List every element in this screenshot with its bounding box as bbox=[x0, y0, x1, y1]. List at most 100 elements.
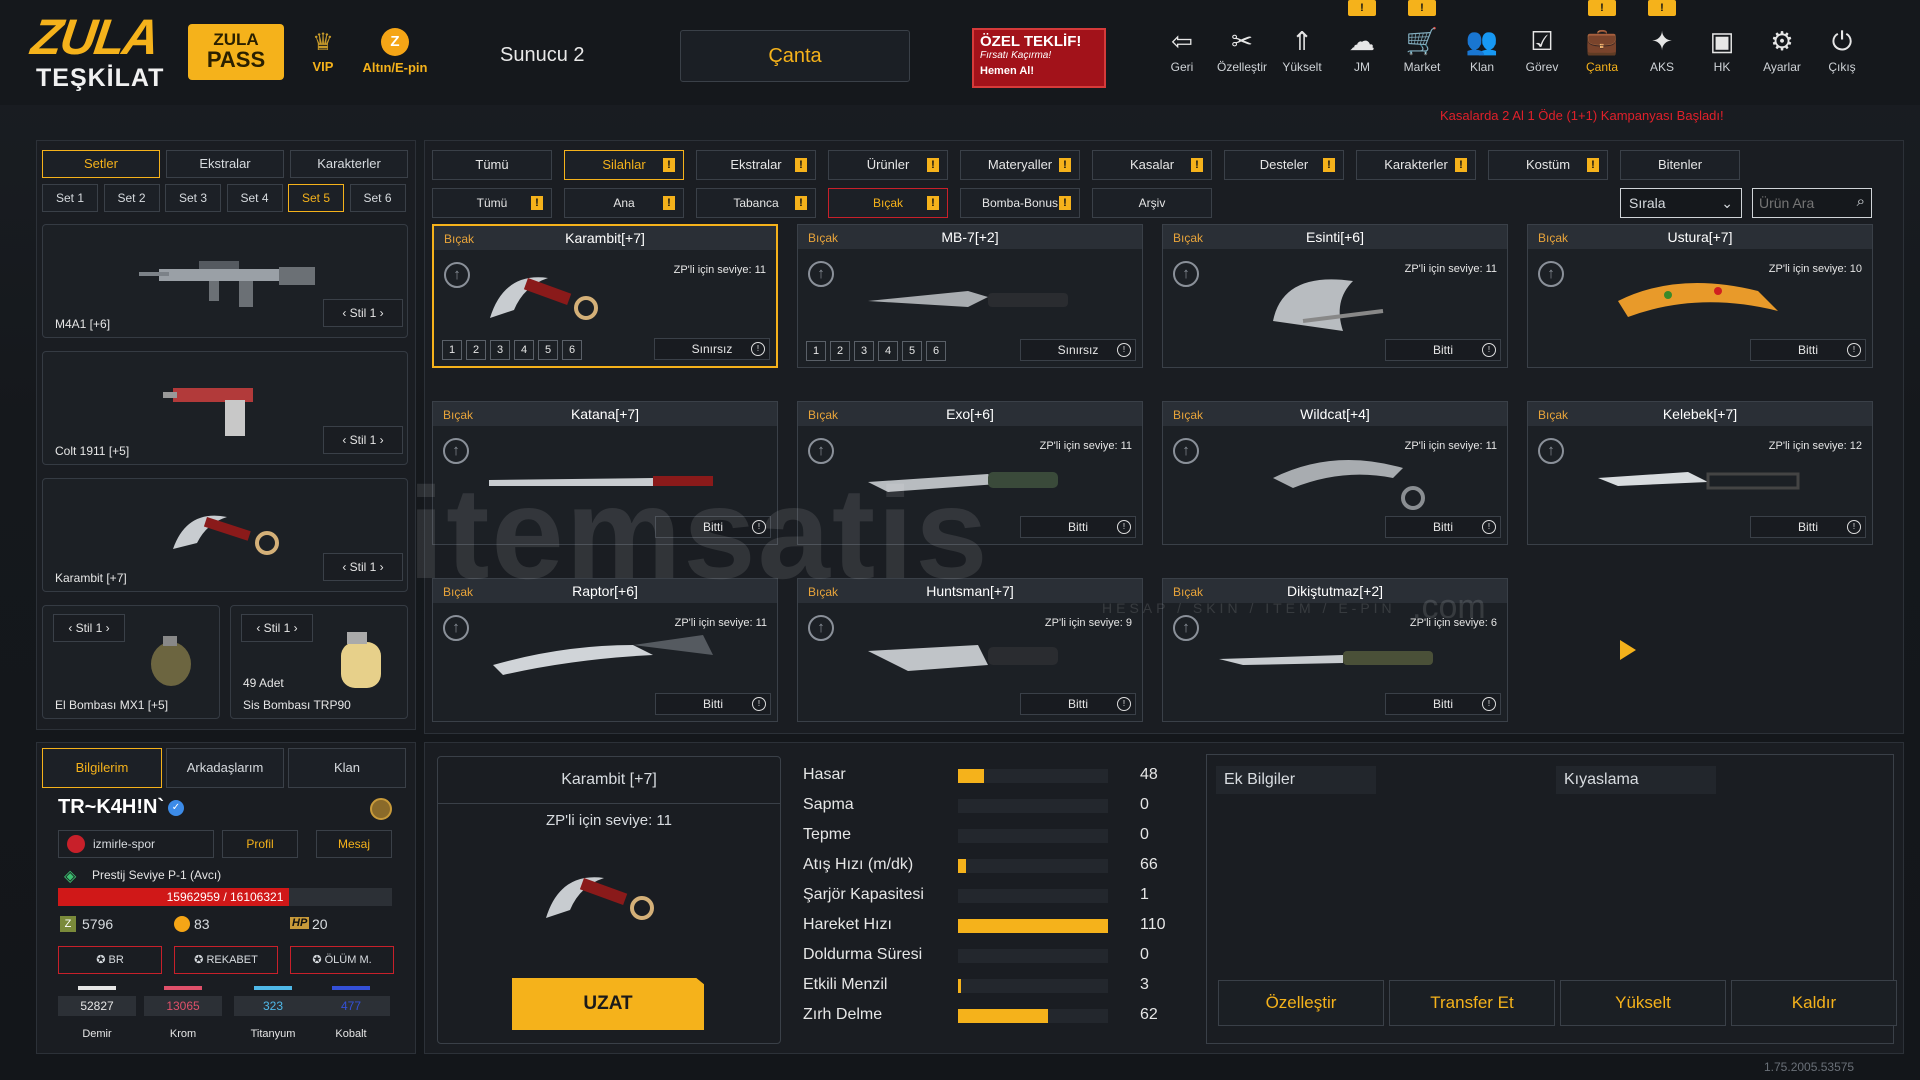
stat-bar bbox=[958, 1009, 1108, 1023]
nav-back[interactable]: ⇦ Geri bbox=[1154, 26, 1210, 74]
vip-button[interactable]: ♛ VIP bbox=[305, 28, 341, 74]
skin-slot-5[interactable]: 5 bbox=[538, 340, 558, 360]
search-input[interactable] bbox=[1753, 189, 1847, 217]
style-selector[interactable]: ‹ Stil 1 › bbox=[323, 299, 403, 327]
upgrade-arrow-icon[interactable]: ↑ bbox=[808, 261, 834, 287]
tab-extras[interactable]: Ekstralar bbox=[166, 150, 284, 178]
mode-ranked-button[interactable]: ✪ REKABET bbox=[174, 946, 278, 974]
skin-slot-5[interactable]: 5 bbox=[902, 341, 922, 361]
nav-wallet[interactable]: ▣ HK bbox=[1694, 26, 1750, 74]
nav-upgrade[interactable]: ⇑ Yükselt bbox=[1274, 26, 1330, 74]
upgrade-arrow-icon[interactable]: ↑ bbox=[444, 262, 470, 288]
upgrade-arrow-icon[interactable]: ↑ bbox=[1538, 438, 1564, 464]
sort-select[interactable]: Sırala ⌄ bbox=[1620, 188, 1742, 218]
set-button-3[interactable]: Set 3 bbox=[165, 184, 221, 212]
upgrade-arrow-icon[interactable]: ↑ bbox=[808, 615, 834, 641]
filter-kasalar[interactable]: Kasalar! bbox=[1092, 150, 1212, 180]
prestige-label: Prestij Seviye P-1 (Avcı) bbox=[92, 868, 222, 882]
subfilter-tümü[interactable]: Tümü! bbox=[432, 188, 552, 218]
set-button-6[interactable]: Set 6 bbox=[349, 184, 406, 212]
filter-kostüm[interactable]: Kostüm! bbox=[1488, 150, 1608, 180]
upgrade-arrow-icon[interactable]: ↑ bbox=[1173, 261, 1199, 287]
set-button-4[interactable]: Set 4 bbox=[226, 184, 283, 212]
upgrade-arrow-icon[interactable]: ↑ bbox=[1538, 261, 1564, 287]
skin-slot-1[interactable]: 1 bbox=[806, 341, 826, 361]
yükselt-button[interactable]: Yükselt bbox=[1560, 980, 1726, 1026]
alert-icon: ! bbox=[1191, 158, 1203, 172]
zula-pass-button[interactable]: ZULA PASS bbox=[188, 24, 284, 80]
nav-aks[interactable]: ! ✦ AKS bbox=[1634, 0, 1690, 74]
skin-slot-3[interactable]: 3 bbox=[490, 340, 510, 360]
item-card[interactable]: Bıçak Kelebek[+7] ↑ ZP'li için seviye: 12 Bi… bbox=[1527, 401, 1873, 545]
set-button-5[interactable]: Set 5 bbox=[288, 184, 344, 212]
item-card[interactable]: Bıçak Wildcat[+4] ↑ ZP'li için seviye: 11 Bi… bbox=[1162, 401, 1508, 545]
search-box[interactable]: ⌕ bbox=[1752, 188, 1872, 218]
skin-slot-3[interactable]: 3 bbox=[854, 341, 874, 361]
nav-bag[interactable]: ! 💼 Çanta bbox=[1574, 0, 1630, 74]
skin-slot-4[interactable]: 4 bbox=[514, 340, 534, 360]
nav-power[interactable]: ⏻ Çıkış bbox=[1814, 26, 1870, 74]
item-card[interactable]: Bıçak MB-7[+2] ↑ 1 2 3 4 5 6 Sınırsız! bbox=[797, 224, 1143, 368]
club-badge[interactable]: izmirle-spor bbox=[58, 830, 214, 858]
skin-slot-2[interactable]: 2 bbox=[830, 341, 850, 361]
tab-sets[interactable]: Setler bbox=[42, 150, 160, 178]
item-name: Esinti[+6] bbox=[1306, 229, 1364, 245]
özelleştir-button[interactable]: Özelleştir bbox=[1218, 980, 1384, 1026]
nav-clan[interactable]: 👥 Klan bbox=[1454, 26, 1510, 74]
upgrade-arrow-icon[interactable]: ↑ bbox=[443, 615, 469, 641]
tab-my-info[interactable]: Bilgilerim bbox=[42, 748, 162, 788]
transfer-et-button[interactable]: Transfer Et bbox=[1389, 980, 1555, 1026]
upgrade-arrow-icon[interactable]: ↑ bbox=[1173, 438, 1199, 464]
skin-slot-6[interactable]: 6 bbox=[926, 341, 946, 361]
filter-silahlar[interactable]: Silahlar! bbox=[564, 150, 684, 180]
tab-clan[interactable]: Klan bbox=[288, 748, 406, 788]
slot-pistol[interactable]: Colt 1911 [+5] ‹ Stil 1 › bbox=[42, 351, 408, 465]
slot-smoke[interactable]: ‹ Stil 1 › 49 Adet Sis Bombası TRP90 bbox=[230, 605, 408, 719]
skin-slot-6[interactable]: 6 bbox=[562, 340, 582, 360]
set-button-2[interactable]: Set 2 bbox=[103, 184, 160, 212]
nav-jm[interactable]: ! ☁ JM bbox=[1334, 0, 1390, 74]
upgrade-arrow-icon[interactable]: ↑ bbox=[1173, 615, 1199, 641]
nav-tools[interactable]: ✂ Özelleştir bbox=[1214, 26, 1270, 74]
filter-ürünler[interactable]: Ürünler! bbox=[828, 150, 948, 180]
extend-button[interactable]: UZAT bbox=[512, 978, 704, 1030]
slot-primary[interactable]: M4A1 [+6] ‹ Stil 1 › bbox=[42, 224, 408, 338]
tab-friends[interactable]: Arkadaşlarım bbox=[166, 748, 284, 788]
style-selector[interactable]: ‹ Stil 1 › bbox=[53, 614, 125, 642]
item-card[interactable]: Bıçak Esinti[+6] ↑ ZP'li için seviye: 11 Bit… bbox=[1162, 224, 1508, 368]
profile-button[interactable]: Profil bbox=[222, 830, 298, 858]
power-icon: ⏻ bbox=[1831, 26, 1853, 56]
special-offer-button[interactable]: ÖZEL TEKLİF! Fırsatı Kaçırma! Hemen Al! bbox=[972, 28, 1106, 88]
skin-slot-2[interactable]: 2 bbox=[466, 340, 486, 360]
filter-tümü[interactable]: Tümü bbox=[432, 150, 552, 180]
epin-button[interactable]: Z Altın/E-pin bbox=[340, 28, 450, 75]
skin-slot-4[interactable]: 4 bbox=[878, 341, 898, 361]
filter-bitenler[interactable]: Bitenler bbox=[1620, 150, 1740, 180]
style-selector[interactable]: ‹ Stil 1 › bbox=[323, 553, 403, 581]
nav-gear[interactable]: ⚙ Ayarlar bbox=[1754, 26, 1810, 74]
set-button-1[interactable]: Set 1 bbox=[42, 184, 98, 212]
message-button[interactable]: Mesaj bbox=[316, 830, 392, 858]
mode-br-button[interactable]: ✪ BR bbox=[58, 946, 162, 974]
nav-task[interactable]: ☑ Görev bbox=[1514, 26, 1570, 74]
filter-ekstralar[interactable]: Ekstralar! bbox=[696, 150, 816, 180]
nav-cart[interactable]: ! 🛒 Market bbox=[1394, 0, 1450, 74]
tab-characters[interactable]: Karakterler bbox=[290, 150, 408, 178]
style-selector[interactable]: ‹ Stil 1 › bbox=[323, 426, 403, 454]
slot-knife[interactable]: Karambit [+7] ‹ Stil 1 › bbox=[42, 478, 408, 592]
mode-deathmatch-button[interactable]: ✪ ÖLÜM M. bbox=[290, 946, 394, 974]
item-card[interactable]: Bıçak Ustura[+7] ↑ ZP'li için seviye: 10 Bit… bbox=[1527, 224, 1873, 368]
kaldır-button[interactable]: Kaldır bbox=[1731, 980, 1897, 1026]
filter-desteler[interactable]: Desteler! bbox=[1224, 150, 1344, 180]
subfilter-ana[interactable]: Ana! bbox=[564, 188, 684, 218]
slot-grenade[interactable]: ‹ Stil 1 › El Bombası MX1 [+5] bbox=[42, 605, 220, 719]
skin-slot-1[interactable]: 1 bbox=[442, 340, 462, 360]
filter-karakterler[interactable]: Karakterler! bbox=[1356, 150, 1476, 180]
subfilter-arşiv[interactable]: Arşiv bbox=[1092, 188, 1212, 218]
subfilter-tabanca[interactable]: Tabanca! bbox=[696, 188, 816, 218]
subfilter-bıçak[interactable]: Bıçak! bbox=[828, 188, 948, 218]
style-selector[interactable]: ‹ Stil 1 › bbox=[241, 614, 313, 642]
item-card[interactable]: Bıçak Karambit[+7] ↑ ZP'li için seviye: 11 1… bbox=[432, 224, 778, 368]
filter-materyaller[interactable]: Materyaller! bbox=[960, 150, 1080, 180]
subfilter-bomba-bonus[interactable]: Bomba-Bonus! bbox=[960, 188, 1080, 218]
